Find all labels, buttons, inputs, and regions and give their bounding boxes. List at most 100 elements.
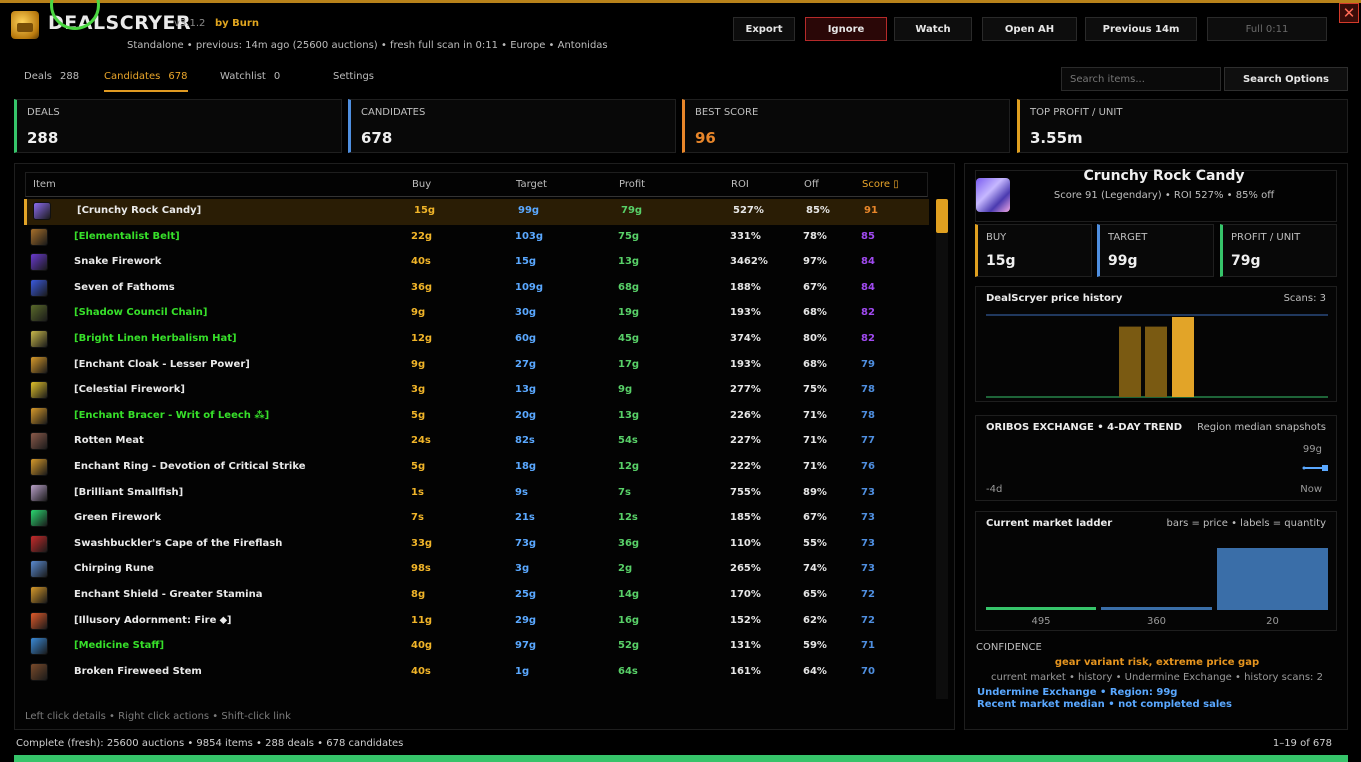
profit-value: 16g	[618, 614, 640, 626]
header: DEALSCRYER v3.1.2 by Burn Standalone • p…	[0, 3, 1361, 60]
tab-settings[interactable]: Settings	[333, 71, 374, 82]
target-price: 27g	[515, 358, 537, 370]
table-row[interactable]: Swashbuckler's Cape of the Fireflash 33g 7…	[24, 532, 929, 558]
profit-value: 64s	[618, 665, 638, 677]
tab-watchlist[interactable]: Watchlist 0	[220, 71, 280, 82]
table-row[interactable]: Chirping Rune 98s 3g 2g 265% 74% 73	[24, 557, 929, 583]
table-scrollbar[interactable]	[936, 199, 948, 699]
buy-price: 5g	[411, 409, 426, 421]
scan-complete-status: Complete (fresh): 25600 auctions • 9854 …	[16, 738, 404, 749]
sort-indicator-icon: ▯	[893, 179, 899, 190]
table-row[interactable]: [Bright Linen Herbalism Hat] 12g 60g 45g 374…	[24, 327, 929, 353]
search-options-button[interactable]: Search Options	[1224, 67, 1348, 91]
ladder-bar	[986, 607, 1096, 610]
history-bar	[1145, 326, 1167, 397]
previous-scan-button[interactable]: Previous 14m	[1085, 17, 1197, 41]
stat-card-candidates: CANDIDATES 678	[348, 99, 676, 153]
item-name: [Crunchy Rock Candy]	[77, 205, 202, 216]
column-header-item[interactable]: Item	[33, 179, 56, 190]
table-row[interactable]: [Shadow Council Chain] 9g 30g 19g 193% 68% 82	[24, 301, 929, 327]
target-price: 1g	[515, 665, 530, 677]
roi-value: 188%	[730, 281, 761, 293]
item-icon	[30, 406, 48, 425]
target-price: 9s	[515, 486, 528, 498]
scrollbar-thumb[interactable]	[936, 199, 948, 233]
item-icon	[30, 381, 48, 400]
buy-price: 22g	[411, 230, 433, 242]
profit-value: 2g	[618, 563, 633, 575]
score-value: 84	[861, 256, 875, 268]
watch-button[interactable]: Watch	[894, 17, 972, 41]
column-header-roi[interactable]: ROI	[731, 179, 749, 190]
table-row[interactable]: [Enchant Bracer - Writ of Leech ⁂] 5g 20g 1…	[24, 404, 929, 430]
tab-candidates[interactable]: Candidates 678	[104, 71, 187, 82]
table-row[interactable]: Green Firework 7s 21s 12s 185% 67% 73	[24, 506, 929, 532]
score-value: 78	[861, 384, 875, 396]
profit-value: 13g	[618, 256, 640, 268]
column-header-score[interactable]: Score ▯	[862, 179, 899, 190]
column-header-buy[interactable]: Buy	[412, 179, 431, 190]
column-header-profit[interactable]: Profit	[619, 179, 645, 190]
profit-value: 12s	[618, 512, 638, 524]
export-button[interactable]: Export	[733, 17, 795, 41]
table-row[interactable]: Enchant Shield - Greater Stamina 8g 25g 14g…	[24, 583, 929, 609]
stat-label: BEST SCORE	[695, 107, 759, 118]
table-body: [Crunchy Rock Candy] 15g 99g 79g 527% 85% 91 [E…	[24, 199, 929, 685]
table-row[interactable]: Rotten Meat 24s 82s 54s 227% 71% 77	[24, 429, 929, 455]
column-header-off[interactable]: Off	[804, 179, 819, 190]
trend-point-latest	[1322, 465, 1328, 471]
table-row[interactable]: Seven of Fathoms 36g 109g 68g 188% 67% 84	[24, 276, 929, 302]
target-price: 29g	[515, 614, 537, 626]
item-name: [Bright Linen Herbalism Hat]	[74, 332, 237, 344]
table-row[interactable]: [Enchant Cloak - Lesser Power] 9g 27g 17g 19…	[24, 353, 929, 379]
market-median-link[interactable]: Recent market median • not completed sal…	[977, 699, 1232, 710]
undermine-exchange-link[interactable]: Undermine Exchange • Region: 99g	[977, 687, 1177, 698]
table-row[interactable]: [Elementalist Belt] 22g 103g 75g 331% 78% 85	[24, 225, 929, 251]
table-row[interactable]: [Crunchy Rock Candy] 15g 99g 79g 527% 85% 91	[24, 199, 929, 225]
roi-value: 3462%	[730, 256, 768, 268]
buy-price: 40g	[411, 640, 433, 652]
target-price: 30g	[515, 307, 537, 319]
tab-deals[interactable]: Deals 288	[24, 71, 79, 82]
detail-stat-buy: BUY 15g	[975, 224, 1092, 277]
item-icon	[30, 483, 48, 502]
column-header-target[interactable]: Target	[516, 179, 547, 190]
table-row[interactable]: Broken Fireweed Stem 40s 1g 64s 161% 64% 70	[24, 660, 929, 686]
item-name: Swashbuckler's Cape of the Fireflash	[74, 537, 283, 549]
tab-label: Settings	[333, 71, 375, 82]
search-input[interactable]	[1061, 67, 1221, 91]
close-icon[interactable]: ✕	[1339, 3, 1359, 23]
target-price: 97g	[515, 640, 537, 652]
off-value: 67%	[803, 281, 827, 293]
item-icon	[30, 457, 48, 476]
trend-chart	[1302, 465, 1328, 471]
table-row[interactable]: [Brilliant Smallfish] 1s 9s 7s 755% 89% 73	[24, 481, 929, 507]
buy-price: 3g	[411, 384, 426, 396]
target-price: 109g	[515, 281, 544, 293]
trend-point	[1302, 466, 1306, 470]
table-row[interactable]: [Celestial Firework] 3g 13g 9g 277% 75% 78	[24, 378, 929, 404]
roi-value: 226%	[730, 409, 761, 421]
open-ah-button[interactable]: Open AH	[982, 17, 1077, 41]
roi-value: 161%	[730, 665, 761, 677]
off-value: 80%	[803, 332, 827, 344]
table-row[interactable]: [Illusory Adornment: Fire ⬥] 11g 29g 16g 152…	[24, 609, 929, 635]
table-row[interactable]: Snake Firework 40s 15g 13g 3462% 97% 84	[24, 250, 929, 276]
off-value: 71%	[803, 460, 827, 472]
scan-progress-fill	[14, 755, 1348, 762]
stat-card-deals: DEALS 288	[14, 99, 342, 153]
stat-label: TOP PROFIT / UNIT	[1030, 107, 1123, 118]
ignore-button[interactable]: Ignore	[805, 17, 887, 41]
buy-price: 7s	[411, 512, 424, 524]
full-scan-button[interactable]: Full 0:11	[1207, 17, 1327, 41]
score-value: 77	[861, 435, 875, 447]
target-price: 15g	[515, 256, 537, 268]
stat-value: 99g	[1108, 253, 1138, 269]
item-name: [Brilliant Smallfish]	[74, 486, 184, 498]
off-value: 64%	[803, 665, 827, 677]
table-row[interactable]: Enchant Ring - Devotion of Critical Stri…	[24, 455, 929, 481]
target-price: 18g	[515, 460, 537, 472]
tab-count: 0	[273, 71, 281, 82]
score-value: 73	[861, 537, 875, 549]
table-row[interactable]: [Medicine Staff] 40g 97g 52g 131% 59% 71	[24, 634, 929, 660]
